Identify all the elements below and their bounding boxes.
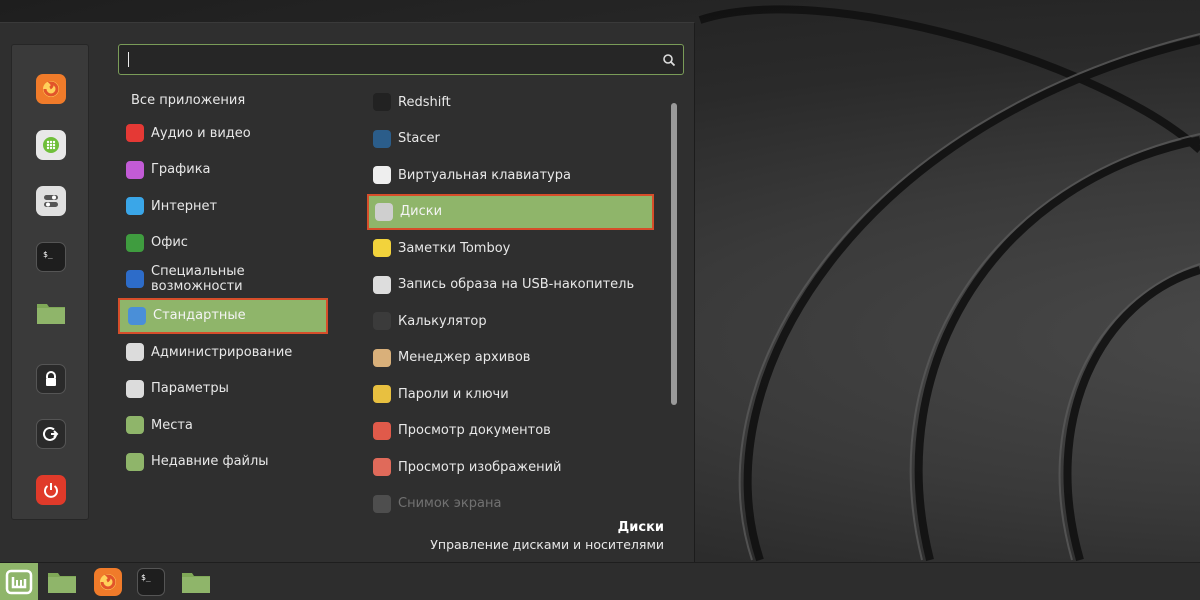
category-label: Администрирование bbox=[151, 344, 293, 360]
app-label: Просмотр документов bbox=[398, 423, 551, 438]
text-caret bbox=[128, 52, 129, 67]
terminal-icon[interactable]: $_ bbox=[36, 242, 66, 272]
app-label: Заметки Tomboy bbox=[398, 240, 511, 256]
category-label: Специальные возможности bbox=[151, 264, 245, 294]
multimedia-icon bbox=[126, 124, 144, 142]
category-places[interactable]: Места bbox=[118, 407, 328, 443]
calculator-icon bbox=[373, 312, 391, 330]
svg-text:$_: $_ bbox=[141, 573, 151, 582]
file-manager-icon[interactable] bbox=[43, 563, 81, 600]
accessibility-icon bbox=[126, 270, 144, 288]
category-accessibility[interactable]: Специальные возможности bbox=[118, 261, 328, 297]
recent-files-icon bbox=[126, 452, 144, 471]
category-office[interactable]: Офис bbox=[118, 225, 328, 261]
search-icon bbox=[663, 54, 676, 67]
internet-icon bbox=[126, 197, 144, 215]
lock-icon[interactable] bbox=[36, 364, 66, 394]
category-all-applications[interactable]: Все приложения bbox=[131, 93, 245, 108]
accessories-icon bbox=[128, 306, 146, 325]
app-item-keys[interactable]: Пароли и ключи bbox=[367, 376, 654, 412]
category-preferences[interactable]: Параметры bbox=[118, 371, 328, 407]
category-label: Офис bbox=[151, 235, 188, 250]
taskbar: $_ bbox=[0, 562, 1200, 600]
places-icon bbox=[126, 416, 144, 434]
category-internet[interactable]: Интернет bbox=[118, 188, 328, 224]
app-label: Менеджер архивов bbox=[398, 350, 531, 365]
category-label: Параметры bbox=[151, 381, 229, 396]
terminal-icon[interactable]: $_ bbox=[132, 563, 170, 600]
menu-icon[interactable] bbox=[0, 563, 38, 600]
firefox-icon[interactable] bbox=[36, 74, 66, 104]
graphics-icon bbox=[126, 160, 144, 179]
settings-icon[interactable] bbox=[36, 186, 66, 216]
app-item-calculator[interactable]: Калькулятор bbox=[367, 303, 654, 339]
app-item-keyboard[interactable]: Виртуальная клавиатура bbox=[367, 157, 654, 193]
app-item-screenshot[interactable]: Снимок экрана bbox=[367, 486, 654, 522]
keyboard-icon bbox=[373, 166, 391, 184]
power-icon[interactable] bbox=[36, 475, 66, 505]
app-label: Виртуальная клавиатура bbox=[398, 167, 571, 183]
application-menu: $_ Все приложения Аудио и видео Графика Ин… bbox=[0, 22, 695, 562]
category-label: Аудио и видео bbox=[151, 125, 251, 141]
document-viewer-icon bbox=[373, 421, 391, 440]
app-list-scrollbar[interactable] bbox=[671, 103, 677, 405]
stacer-icon bbox=[373, 129, 391, 148]
app-label: Просмотр изображений bbox=[398, 459, 562, 475]
office-icon bbox=[126, 233, 144, 252]
administration-icon bbox=[126, 343, 144, 361]
folder-icon[interactable] bbox=[177, 563, 215, 600]
app-item-redshift[interactable]: Redshift bbox=[367, 84, 654, 120]
category-label: Графика bbox=[151, 162, 211, 177]
app-label: Запись образа на USB-накопитель bbox=[398, 277, 635, 292]
app-item-disks[interactable]: Диски bbox=[367, 193, 654, 230]
app-item-document-viewer[interactable]: Просмотр документов bbox=[367, 413, 654, 449]
app-item-stacer[interactable]: Stacer bbox=[367, 121, 654, 157]
category-label: Интернет bbox=[151, 198, 218, 214]
category-label: Места bbox=[151, 417, 193, 433]
category-label: Недавние файлы bbox=[151, 454, 269, 469]
folder-icon[interactable] bbox=[36, 298, 66, 328]
category-multimedia[interactable]: Аудио и видео bbox=[118, 115, 328, 151]
search-input[interactable] bbox=[127, 50, 647, 70]
svg-text:$_: $_ bbox=[43, 250, 53, 259]
preferences-icon bbox=[126, 379, 144, 398]
app-label: Redshift bbox=[398, 94, 451, 110]
app-description-text: Управление дисками и носителями bbox=[430, 537, 664, 552]
firefox-icon[interactable] bbox=[89, 563, 127, 600]
app-label: Калькулятор bbox=[398, 313, 487, 329]
app-item-archive[interactable]: Менеджер архивов bbox=[367, 340, 654, 376]
app-item-tomboy[interactable]: Заметки Tomboy bbox=[367, 230, 654, 266]
redshift-icon bbox=[373, 93, 391, 111]
category-accessories[interactable]: Стандартные bbox=[118, 297, 328, 334]
app-item-image-viewer[interactable]: Просмотр изображений bbox=[367, 449, 654, 485]
disks-icon bbox=[375, 202, 393, 221]
category-administration[interactable]: Администрирование bbox=[118, 334, 328, 370]
app-item-usb[interactable]: Запись образа на USB-накопитель bbox=[367, 267, 654, 303]
app-description-title: Диски bbox=[617, 520, 664, 535]
screenshot-icon bbox=[373, 494, 391, 513]
app-label: Диски bbox=[400, 204, 443, 219]
favorites-sidebar: $_ bbox=[11, 44, 89, 520]
software-manager-icon[interactable] bbox=[36, 130, 66, 160]
category-graphics[interactable]: Графика bbox=[118, 152, 328, 188]
category-recent-files[interactable]: Недавние файлы bbox=[118, 444, 328, 480]
keys-icon bbox=[373, 385, 391, 403]
search-field[interactable] bbox=[118, 44, 684, 75]
tomboy-icon bbox=[373, 239, 391, 257]
category-label: Стандартные bbox=[153, 308, 246, 323]
app-label: Пароли и ключи bbox=[398, 386, 509, 402]
app-label: Stacer bbox=[398, 131, 440, 146]
archive-icon bbox=[373, 348, 391, 367]
app-label: Снимок экрана bbox=[398, 496, 502, 511]
usb-icon bbox=[373, 275, 391, 294]
logout-icon[interactable] bbox=[36, 419, 66, 449]
image-viewer-icon bbox=[373, 458, 391, 476]
